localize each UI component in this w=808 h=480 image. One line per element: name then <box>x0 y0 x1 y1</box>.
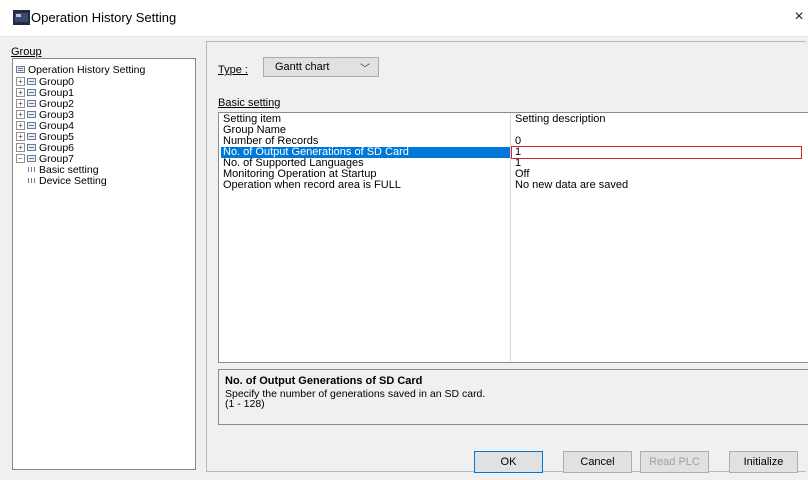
settings-panel: Type : Gantt chart ﹀ Basic setting Setti… <box>206 41 808 472</box>
expand-icon[interactable]: + <box>16 77 25 86</box>
expand-icon[interactable]: + <box>16 132 25 141</box>
group-icon <box>27 133 36 140</box>
group-tree[interactable]: Operation History Setting + Group0 + Group… <box>12 58 196 470</box>
basic-setting-label: Basic setting <box>218 97 281 109</box>
group-icon <box>27 78 36 85</box>
expand-icon[interactable]: + <box>16 110 25 119</box>
initialize-button[interactable]: Initialize <box>729 451 798 473</box>
table-row[interactable]: Operation when record area is FULL No ne… <box>221 180 808 191</box>
expand-icon[interactable]: + <box>16 143 25 152</box>
description-title: No. of Output Generations of SD Card <box>225 375 423 387</box>
dialog-client-area: Group Operation History Setting + Group0 … <box>0 37 808 480</box>
tree-root-label: Operation History Setting <box>28 64 146 76</box>
tree-item-label: Device Setting <box>39 175 107 187</box>
row-item: Operation when record area is FULL <box>223 179 401 191</box>
app-window-icon <box>13 10 30 25</box>
group-icon <box>27 155 36 162</box>
description-range: (1 - 128) <box>225 398 265 410</box>
group-icon <box>27 111 36 118</box>
settings-grid[interactable]: Setting item Setting description Group N… <box>218 112 808 363</box>
type-dropdown-value: Gantt chart <box>275 61 330 73</box>
expand-icon[interactable]: + <box>16 121 25 130</box>
cancel-button[interactable]: Cancel <box>563 451 632 473</box>
chevron-down-icon: ﹀ <box>360 64 370 75</box>
header-setting-description: Setting description <box>515 113 606 125</box>
grid-header-row: Setting item Setting description <box>221 114 808 125</box>
group-icon <box>27 144 36 151</box>
setting-page-icon <box>28 178 35 183</box>
description-panel: No. of Output Generations of SD Card Spe… <box>218 369 808 425</box>
type-label: Type : <box>218 64 248 76</box>
type-dropdown[interactable]: Gantt chart ﹀ <box>263 57 379 77</box>
collapse-icon[interactable]: − <box>16 154 25 163</box>
tree-root-node[interactable]: Operation History Setting <box>16 65 145 76</box>
tree-item-device-setting[interactable]: Device Setting <box>27 176 107 187</box>
read-plc-button[interactable]: Read PLC <box>640 451 709 473</box>
setting-page-icon <box>28 167 35 172</box>
close-button[interactable]: × <box>790 6 808 28</box>
ok-button[interactable]: OK <box>474 451 543 473</box>
group-label: Group <box>11 46 42 58</box>
window-title: Operation History Setting <box>31 10 177 25</box>
expand-icon[interactable]: + <box>16 88 25 97</box>
group-icon <box>27 89 36 96</box>
settings-node-icon <box>16 66 25 73</box>
row-value[interactable]: No new data are saved <box>515 180 628 191</box>
title-bar: Operation History Setting × <box>0 0 808 37</box>
expand-icon[interactable]: + <box>16 99 25 108</box>
group-icon <box>27 122 36 129</box>
group-icon <box>27 100 36 107</box>
